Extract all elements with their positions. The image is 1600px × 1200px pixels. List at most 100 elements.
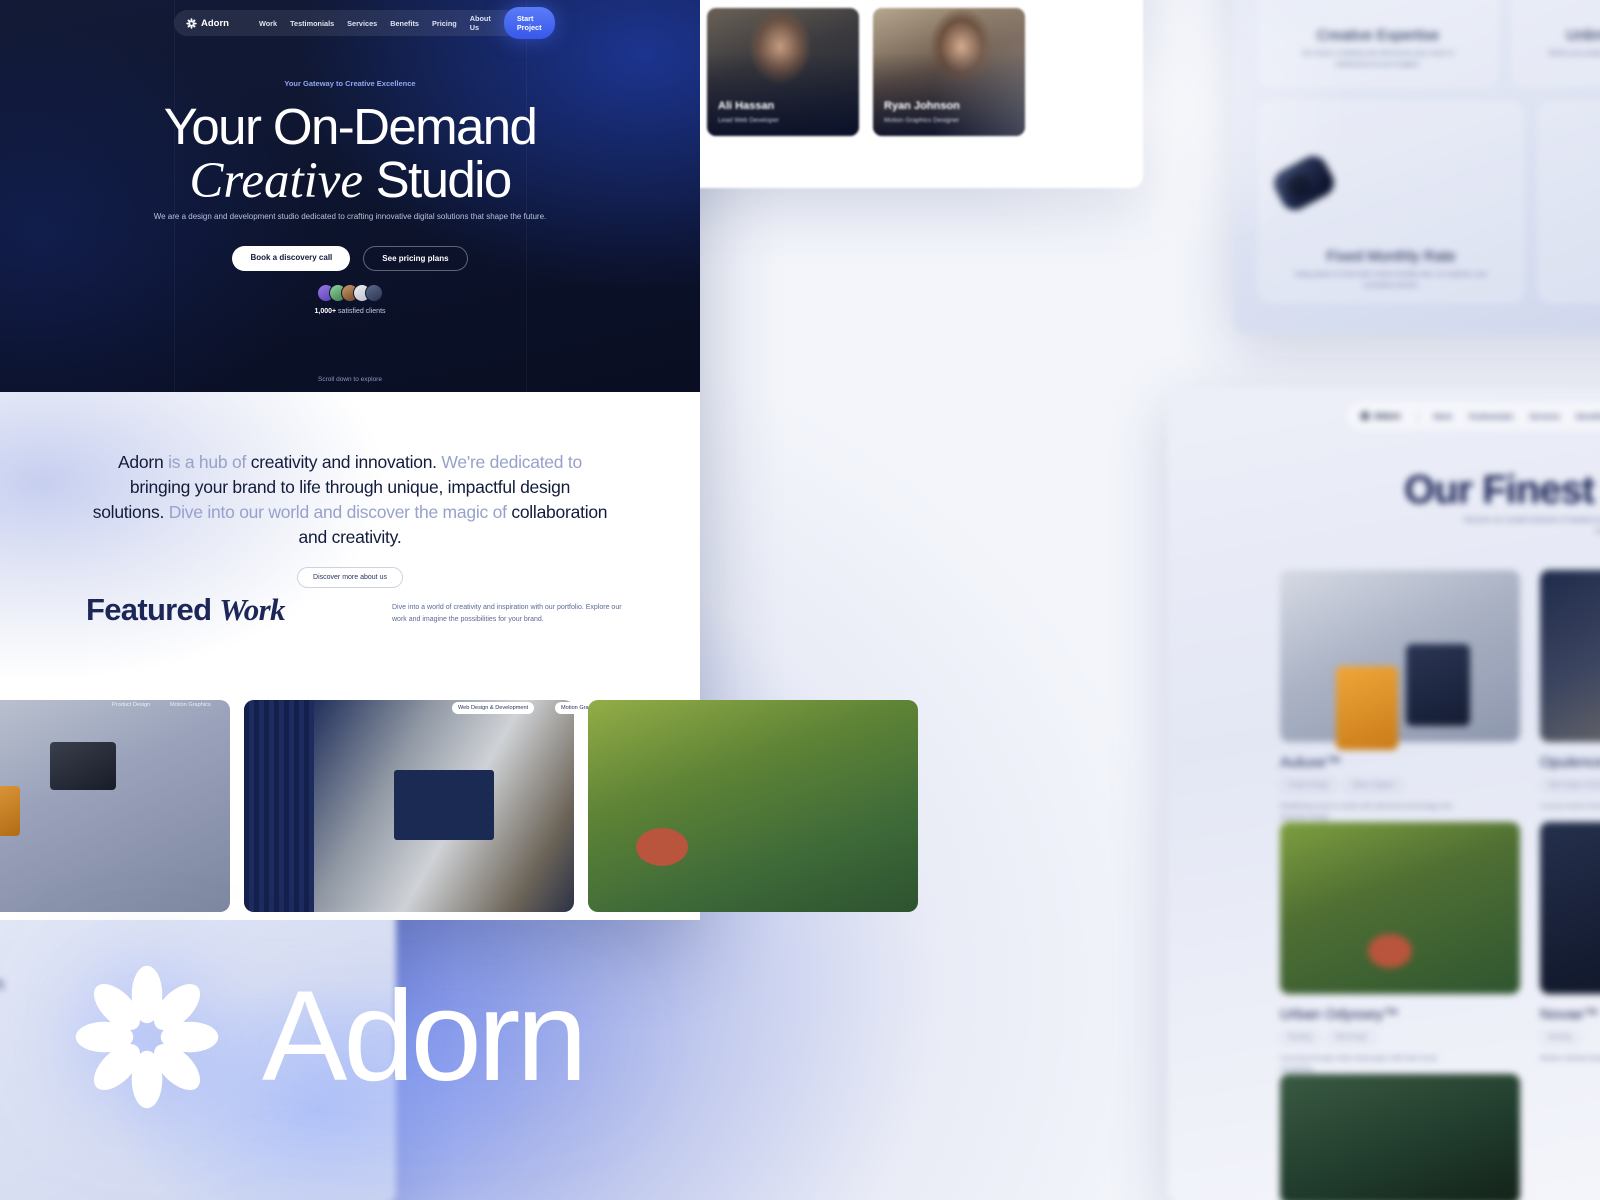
hero-button-group: Book a discovery call See pricing plans <box>0 246 700 271</box>
benefit-card-extra[interactable] <box>1539 102 1600 302</box>
benefit-title: Creative Expertise <box>1316 27 1440 44</box>
hero-title-italic: Creative <box>189 153 364 210</box>
hero-navbar: Adorn Work Testimonials Services Benefit… <box>174 7 555 39</box>
intro-seg2: is a hub of <box>168 452 251 472</box>
project-object-dark <box>1406 644 1470 726</box>
work-card-tag: Motion Graphics <box>170 702 211 708</box>
project-description: A journey through urban landscapes with … <box>1280 1055 1437 1073</box>
project-image <box>1540 822 1600 994</box>
hero-logo-text: Adorn <box>201 17 229 29</box>
intro-seg6: Dive into our world and discover the mag… <box>168 501 512 522</box>
nav-link-about-us[interactable]: About Us <box>470 14 491 32</box>
hero-title-tail: Studio <box>375 151 513 209</box>
nav-link-benefits[interactable]: Benefits <box>1576 412 1600 421</box>
project-description: A luxury interior brand featuring curate… <box>1540 803 1600 810</box>
asterisk-flower-icon <box>186 17 197 29</box>
intro-section: Adorn is a hub of creativity and innovat… <box>0 392 700 692</box>
nav-divider <box>1416 409 1418 423</box>
featured-work-title: Featured Work <box>86 592 285 628</box>
hero-page-preview: Adorn Work Testimonials Services Benefit… <box>0 0 918 920</box>
work-nav-logo-text: Adorn <box>1374 411 1401 421</box>
nav-link-testimonials[interactable]: Testimonials <box>1468 412 1513 421</box>
nav-link-testimonials[interactable]: Testimonials <box>290 19 334 28</box>
team-member-card[interactable]: Ali Hassan Lead Web Developer <box>707 8 859 136</box>
work-nav-logo[interactable]: Adorn <box>1360 411 1401 421</box>
project-description: Modern identity design. <box>1540 1055 1600 1062</box>
work-subtitle: Discover our curated selection of stando… <box>1463 517 1600 536</box>
project-image <box>1280 1074 1520 1200</box>
project-tag: Motion Graphics <box>1344 779 1404 793</box>
benefit-card-fixed-monthly-rate[interactable]: Fixed Monthly Rate Enjoy peace of mind w… <box>1259 102 1523 302</box>
project-card-auluxe[interactable]: Auluxe™ Product Design Motion Graphics R… <box>1280 570 1520 824</box>
work-card-2[interactable] <box>244 700 574 912</box>
project-card-urban-odyssey[interactable]: Urban Odyssey™ Branding Web Design A jou… <box>1280 822 1520 1076</box>
benefit-title: Unlimited Revisions <box>1566 27 1600 44</box>
featured-title-italic: Work <box>219 592 285 627</box>
project-image <box>1280 822 1520 994</box>
nav-link-services[interactable]: Services <box>1529 412 1560 421</box>
featured-work-cards: Product Design Motion Graphics Web Desig… <box>0 692 918 920</box>
clients-count: 1,000+ <box>314 308 337 315</box>
hero-subtitle: We are a design and development studio d… <box>0 210 700 223</box>
benefit-text: Our team's creativity and skill ensure y… <box>1301 50 1455 68</box>
project-tag: Branding <box>1280 1031 1321 1045</box>
hero-title-line1: Your On-Demand <box>163 98 538 155</box>
benefits-mockup-panel: Creative Expertise Our team's creativity… <box>1233 0 1600 334</box>
project-tag: Product Design <box>1280 779 1338 793</box>
project-card-opulence[interactable]: Opulence™ Web Design & Development A lux… <box>1540 570 1600 813</box>
featured-title-text: Featured <box>86 592 220 627</box>
project-image <box>1540 570 1600 742</box>
book-discovery-call-button[interactable]: Book a discovery call <box>232 246 351 271</box>
project-description: Redefining luxury in audio with advanced… <box>1280 803 1452 821</box>
team-member-name: Ryan Johnson <box>884 100 960 112</box>
nav-link-work[interactable]: Work <box>259 19 277 28</box>
hero-logo[interactable]: Adorn <box>186 18 229 29</box>
work-card-tag: Product Design <box>112 702 151 708</box>
hero-subtitle-text: We are a design and development studio d… <box>153 212 547 221</box>
avatar <box>365 284 383 302</box>
scroll-hint: Scroll down to explore <box>318 376 382 383</box>
clients-count-label: 1,000+ satisfied clients <box>0 308 700 315</box>
work-mockup-panel: Adorn Work Testimonials Services Benefit… <box>1168 388 1600 1200</box>
project-title: Novae™ <box>1540 1006 1599 1023</box>
intro-brand: Adorn <box>118 452 169 472</box>
clients-label-text: satisfied clients <box>338 308 386 315</box>
hero-eyebrow: Your Gateway to Creative Excellence <box>284 79 416 88</box>
team-member-role: Lead Web Developer <box>718 117 779 124</box>
discover-more-button[interactable]: Discover more about us <box>297 567 403 588</box>
see-pricing-plans-button[interactable]: See pricing plans <box>363 246 468 271</box>
project-card-extra[interactable] <box>1280 1074 1520 1200</box>
hero-section: Adorn Work Testimonials Services Benefit… <box>0 0 700 392</box>
work-nav: Adorn Work Testimonials Services Benefit… <box>1346 402 1600 430</box>
project-image <box>1280 570 1520 750</box>
work-card-object <box>0 786 20 836</box>
nav-link-pricing[interactable]: Pricing <box>432 19 457 28</box>
project-card-novae[interactable]: Novae™ Branding Modern identity design. <box>1540 822 1600 1065</box>
benefit-card-creative-expertise[interactable]: Creative Expertise Our team's creativity… <box>1259 0 1497 86</box>
project-title: Opulence™ <box>1540 754 1600 771</box>
nav-link-work[interactable]: Work <box>1434 412 1453 421</box>
nav-link-benefits[interactable]: Benefits <box>390 19 419 28</box>
client-avatar-group <box>0 284 700 302</box>
benefit-text: Refine your project with as many changes… <box>1548 50 1600 57</box>
work-card-tag: Web Design & Development <box>452 702 535 714</box>
team-member-card[interactable]: Ryan Johnson Motion Graphics Designer <box>873 8 1025 136</box>
benefit-card-unlimited-revisions[interactable]: Unlimited Revisions Refine your project … <box>1513 0 1600 86</box>
project-title: Auluxe™ <box>1280 754 1341 771</box>
project-object-orange <box>1336 666 1398 750</box>
intro-paragraph: Adorn is a hub of creativity and innovat… <box>92 450 608 549</box>
benefit-text: Enjoy peace of mind with a fixed monthly… <box>1295 271 1487 289</box>
work-card-1[interactable] <box>0 700 230 912</box>
adorn-wordmark: Adorn <box>72 962 588 1112</box>
start-project-button[interactable]: Start Project <box>503 7 555 39</box>
project-tag: Branding <box>1540 1031 1581 1045</box>
adorn-wordmark-text: Adorn <box>262 964 588 1108</box>
intro-seg4: We're dedicated to <box>441 452 582 472</box>
hero-title: Your On-Demand Creative Studio <box>0 100 700 208</box>
project-title: Urban Odyssey™ <box>1280 1006 1399 1023</box>
featured-subtitle: Dive into a world of creativity and insp… <box>392 604 622 623</box>
work-card-object <box>50 742 116 790</box>
work-card-3[interactable] <box>588 700 918 912</box>
nav-link-services[interactable]: Services <box>347 19 377 28</box>
about-bottom-line2: experiences. Since 2015 we have been <box>0 974 4 994</box>
